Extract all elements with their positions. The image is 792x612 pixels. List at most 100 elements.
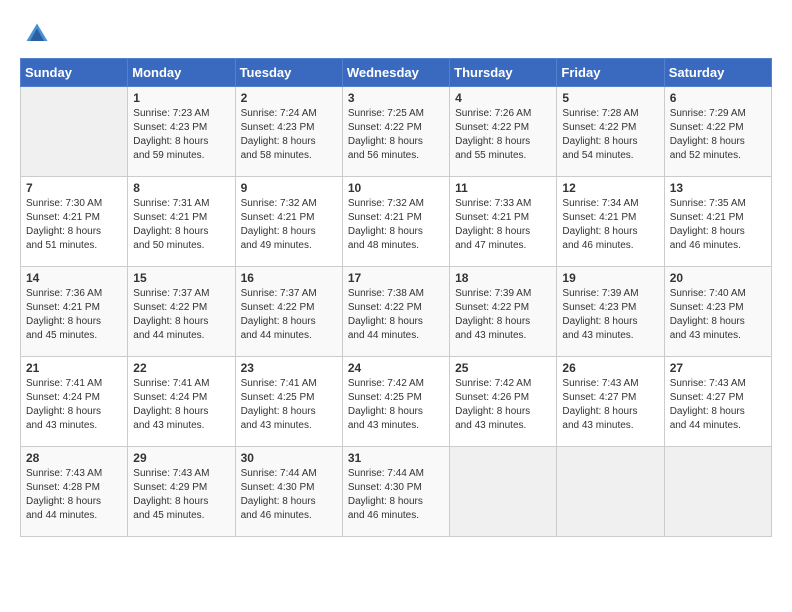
day-info: Sunrise: 7:44 AMSunset: 4:30 PMDaylight:… bbox=[241, 467, 337, 523]
logo-icon bbox=[23, 20, 51, 48]
day-number: 3 bbox=[348, 91, 444, 105]
day-header-wednesday: Wednesday bbox=[342, 59, 449, 87]
day-info: Sunrise: 7:38 AMSunset: 4:22 PMDaylight:… bbox=[348, 287, 444, 343]
day-info: Sunrise: 7:43 AMSunset: 4:28 PMDaylight:… bbox=[26, 467, 122, 523]
day-cell: 22 Sunrise: 7:41 AMSunset: 4:24 PMDayligh… bbox=[128, 357, 235, 447]
day-info: Sunrise: 7:24 AMSunset: 4:23 PMDaylight:… bbox=[241, 107, 337, 163]
day-number: 24 bbox=[348, 361, 444, 375]
day-number: 5 bbox=[562, 91, 658, 105]
day-number: 27 bbox=[670, 361, 766, 375]
day-info: Sunrise: 7:29 AMSunset: 4:22 PMDaylight:… bbox=[670, 107, 766, 163]
day-number: 13 bbox=[670, 181, 766, 195]
day-info: Sunrise: 7:43 AMSunset: 4:27 PMDaylight:… bbox=[670, 377, 766, 433]
week-row-2: 7Sunrise: 7:30 AMSunset: 4:21 PMDaylight… bbox=[21, 177, 772, 267]
day-cell: 19Sunrise: 7:39 AMSunset: 4:23 PMDayligh… bbox=[557, 267, 664, 357]
day-info: Sunrise: 7:39 AMSunset: 4:22 PMDaylight:… bbox=[455, 287, 551, 343]
day-cell bbox=[21, 87, 128, 177]
day-number: 22 bbox=[133, 361, 229, 375]
day-cell: 15 Sunrise: 7:37 AMSunset: 4:22 PMDayligh… bbox=[128, 267, 235, 357]
day-info: Sunrise: 7:32 AMSunset: 4:21 PMDaylight:… bbox=[241, 197, 337, 253]
day-number: 29 bbox=[133, 451, 229, 465]
day-cell: 16 Sunrise: 7:37 AMSunset: 4:22 PMDayligh… bbox=[235, 267, 342, 357]
day-cell: 10 Sunrise: 7:32 AMSunset: 4:21 PMDayligh… bbox=[342, 177, 449, 267]
day-number: 11 bbox=[455, 181, 551, 195]
day-cell: 28 Sunrise: 7:43 AMSunset: 4:28 PMDayligh… bbox=[21, 447, 128, 537]
day-info: Sunrise: 7:35 AMSunset: 4:21 PMDaylight:… bbox=[670, 197, 766, 253]
day-info: Sunrise: 7:40 AMSunset: 4:23 PMDaylight:… bbox=[670, 287, 766, 343]
day-cell bbox=[664, 447, 771, 537]
day-number: 4 bbox=[455, 91, 551, 105]
day-header-friday: Friday bbox=[557, 59, 664, 87]
day-cell: 14Sunrise: 7:36 AMSunset: 4:21 PMDayligh… bbox=[21, 267, 128, 357]
day-number: 16 bbox=[241, 271, 337, 285]
week-row-4: 21 Sunrise: 7:41 AMSunset: 4:24 PMDayligh… bbox=[21, 357, 772, 447]
day-info: Sunrise: 7:41 AMSunset: 4:24 PMDaylight:… bbox=[26, 377, 122, 433]
day-info: Sunrise: 7:41 AMSunset: 4:25 PMDaylight:… bbox=[241, 377, 337, 433]
day-number: 9 bbox=[241, 181, 337, 195]
day-cell: 18 Sunrise: 7:39 AMSunset: 4:22 PMDayligh… bbox=[450, 267, 557, 357]
day-number: 21 bbox=[26, 361, 122, 375]
day-info: Sunrise: 7:41 AMSunset: 4:24 PMDaylight:… bbox=[133, 377, 229, 433]
day-number: 14 bbox=[26, 271, 122, 285]
day-info: Sunrise: 7:42 AMSunset: 4:26 PMDaylight:… bbox=[455, 377, 551, 433]
day-cell: 25 Sunrise: 7:42 AMSunset: 4:26 PMDayligh… bbox=[450, 357, 557, 447]
day-cell: 3 Sunrise: 7:25 AMSunset: 4:22 PMDaylight… bbox=[342, 87, 449, 177]
day-cell: 20 Sunrise: 7:40 AMSunset: 4:23 PMDayligh… bbox=[664, 267, 771, 357]
logo bbox=[20, 20, 51, 48]
page-header bbox=[20, 20, 772, 48]
calendar-header: SundayMondayTuesdayWednesdayThursdayFrid… bbox=[21, 59, 772, 87]
day-number: 26 bbox=[562, 361, 658, 375]
day-number: 8 bbox=[133, 181, 229, 195]
week-row-1: 1 Sunrise: 7:23 AMSunset: 4:23 PMDaylight… bbox=[21, 87, 772, 177]
day-cell: 9 Sunrise: 7:32 AMSunset: 4:21 PMDaylight… bbox=[235, 177, 342, 267]
week-row-3: 14Sunrise: 7:36 AMSunset: 4:21 PMDayligh… bbox=[21, 267, 772, 357]
day-info: Sunrise: 7:28 AMSunset: 4:22 PMDaylight:… bbox=[562, 107, 658, 163]
day-info: Sunrise: 7:42 AMSunset: 4:25 PMDaylight:… bbox=[348, 377, 444, 433]
day-number: 28 bbox=[26, 451, 122, 465]
calendar-table: SundayMondayTuesdayWednesdayThursdayFrid… bbox=[20, 58, 772, 537]
day-number: 20 bbox=[670, 271, 766, 285]
day-cell: 13 Sunrise: 7:35 AMSunset: 4:21 PMDayligh… bbox=[664, 177, 771, 267]
day-number: 31 bbox=[348, 451, 444, 465]
day-cell: 27 Sunrise: 7:43 AMSunset: 4:27 PMDayligh… bbox=[664, 357, 771, 447]
day-info: Sunrise: 7:32 AMSunset: 4:21 PMDaylight:… bbox=[348, 197, 444, 253]
day-header-monday: Monday bbox=[128, 59, 235, 87]
day-cell: 5 Sunrise: 7:28 AMSunset: 4:22 PMDaylight… bbox=[557, 87, 664, 177]
day-info: Sunrise: 7:34 AMSunset: 4:21 PMDaylight:… bbox=[562, 197, 658, 253]
day-cell: 1 Sunrise: 7:23 AMSunset: 4:23 PMDaylight… bbox=[128, 87, 235, 177]
day-info: Sunrise: 7:37 AMSunset: 4:22 PMDaylight:… bbox=[133, 287, 229, 343]
day-cell: 2 Sunrise: 7:24 AMSunset: 4:23 PMDaylight… bbox=[235, 87, 342, 177]
day-number: 30 bbox=[241, 451, 337, 465]
day-cell: 24 Sunrise: 7:42 AMSunset: 4:25 PMDayligh… bbox=[342, 357, 449, 447]
day-number: 25 bbox=[455, 361, 551, 375]
day-number: 17 bbox=[348, 271, 444, 285]
day-info: Sunrise: 7:30 AMSunset: 4:21 PMDaylight:… bbox=[26, 197, 122, 253]
day-cell: 29 Sunrise: 7:43 AMSunset: 4:29 PMDayligh… bbox=[128, 447, 235, 537]
day-info: Sunrise: 7:37 AMSunset: 4:22 PMDaylight:… bbox=[241, 287, 337, 343]
day-cell: 4Sunrise: 7:26 AMSunset: 4:22 PMDaylight… bbox=[450, 87, 557, 177]
day-number: 2 bbox=[241, 91, 337, 105]
day-cell: 11 Sunrise: 7:33 AMSunset: 4:21 PMDayligh… bbox=[450, 177, 557, 267]
day-info: Sunrise: 7:39 AMSunset: 4:23 PMDaylight:… bbox=[562, 287, 658, 343]
day-cell: 23 Sunrise: 7:41 AMSunset: 4:25 PMDayligh… bbox=[235, 357, 342, 447]
day-number: 23 bbox=[241, 361, 337, 375]
day-header-thursday: Thursday bbox=[450, 59, 557, 87]
day-header-saturday: Saturday bbox=[664, 59, 771, 87]
day-cell: 17 Sunrise: 7:38 AMSunset: 4:22 PMDayligh… bbox=[342, 267, 449, 357]
day-number: 10 bbox=[348, 181, 444, 195]
day-info: Sunrise: 7:25 AMSunset: 4:22 PMDaylight:… bbox=[348, 107, 444, 163]
day-info: Sunrise: 7:23 AMSunset: 4:23 PMDaylight:… bbox=[133, 107, 229, 163]
day-cell: 26 Sunrise: 7:43 AMSunset: 4:27 PMDayligh… bbox=[557, 357, 664, 447]
day-info: Sunrise: 7:43 AMSunset: 4:29 PMDaylight:… bbox=[133, 467, 229, 523]
day-cell: 12 Sunrise: 7:34 AMSunset: 4:21 PMDayligh… bbox=[557, 177, 664, 267]
day-number: 18 bbox=[455, 271, 551, 285]
day-cell: 30 Sunrise: 7:44 AMSunset: 4:30 PMDayligh… bbox=[235, 447, 342, 537]
day-number: 1 bbox=[133, 91, 229, 105]
day-info: Sunrise: 7:44 AMSunset: 4:30 PMDaylight:… bbox=[348, 467, 444, 523]
day-info: Sunrise: 7:33 AMSunset: 4:21 PMDaylight:… bbox=[455, 197, 551, 253]
day-cell: 6Sunrise: 7:29 AMSunset: 4:22 PMDaylight… bbox=[664, 87, 771, 177]
day-number: 12 bbox=[562, 181, 658, 195]
day-info: Sunrise: 7:31 AMSunset: 4:21 PMDaylight:… bbox=[133, 197, 229, 253]
day-info: Sunrise: 7:43 AMSunset: 4:27 PMDaylight:… bbox=[562, 377, 658, 433]
day-number: 15 bbox=[133, 271, 229, 285]
